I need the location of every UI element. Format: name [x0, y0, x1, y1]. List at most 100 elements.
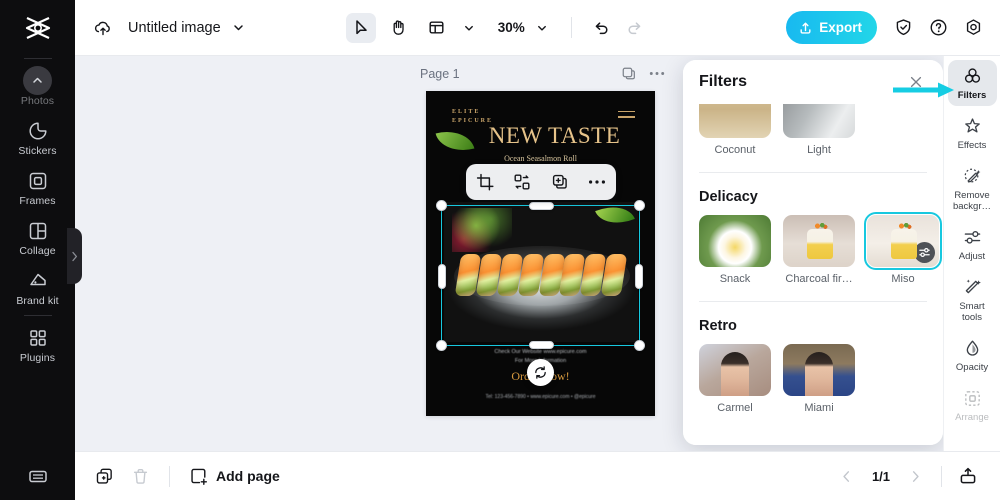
duplicate-button[interactable]	[547, 169, 573, 195]
export-button[interactable]: Export	[786, 11, 877, 44]
document-title[interactable]: Untitled image	[128, 20, 221, 36]
poster-footer-text: Tel: 123-456-7890 • www.epicure.com • @e…	[485, 394, 596, 400]
poster-food-image[interactable]	[444, 202, 638, 342]
settings-button[interactable]	[963, 17, 984, 38]
close-icon	[910, 76, 922, 88]
filter-label: Carmel	[717, 402, 753, 414]
export-tray-button[interactable]	[958, 466, 978, 486]
next-page-button[interactable]	[906, 467, 925, 486]
filter-label: Snack	[719, 273, 751, 285]
cloud-upload-icon[interactable]	[92, 17, 114, 39]
poster-title: NEW TASTE	[488, 123, 621, 148]
more-options-icon[interactable]	[649, 71, 665, 76]
sidebar-item-frames[interactable]: Frames	[0, 163, 75, 213]
sidebar-collapse-button[interactable]	[23, 66, 52, 95]
plugins-grid-icon	[29, 330, 46, 346]
add-page-icon	[191, 468, 208, 485]
page-indicator: 1/1	[871, 468, 891, 484]
bottom-left-actions: Add page	[95, 465, 280, 487]
filter-item-miami[interactable]: Miami	[783, 344, 855, 414]
sidebar-expand-tab[interactable]	[67, 228, 82, 284]
filters-panel-header: Filters	[683, 60, 943, 104]
security-button[interactable]	[893, 17, 914, 38]
document-title-menu-button[interactable]	[232, 21, 245, 34]
sidebar-item-remove-background[interactable]: Remove backgr…	[948, 160, 997, 217]
zoom-menu-button[interactable]	[533, 19, 551, 37]
sidebar-item-collage[interactable]: Collage	[0, 213, 75, 263]
settings-gear-icon	[966, 19, 981, 35]
arrange-icon	[964, 391, 980, 406]
sidebar-item-effects[interactable]: Effects	[948, 110, 997, 156]
poster-brand-line1: ELITE	[452, 109, 481, 115]
filter-thumbnail	[783, 344, 855, 396]
crop-button[interactable]	[472, 169, 498, 195]
image-editor-app: Photos Stickers Frames Collage Brand kit…	[0, 0, 1000, 500]
delete-page-button[interactable]	[131, 467, 150, 486]
rail-divider-bottom	[23, 315, 52, 316]
chevron-right-icon	[912, 470, 919, 482]
sidebar-item-smart-tools[interactable]: Smart tools	[948, 271, 997, 328]
zoom-level-value[interactable]: 30%	[498, 20, 525, 35]
garnish-decoration	[452, 208, 512, 252]
page-header-actions	[621, 66, 665, 81]
capcut-logo-icon	[25, 16, 50, 40]
duplicate-page-icon[interactable]	[621, 66, 636, 81]
select-tool-button[interactable]	[345, 12, 376, 43]
sidebar-item-adjust[interactable]: Adjust	[948, 221, 997, 267]
question-circle-icon	[930, 19, 947, 36]
filter-item-coconut[interactable]: Coconut	[699, 104, 771, 156]
toolbar-divider	[570, 17, 572, 38]
section-divider	[699, 301, 927, 302]
app-logo[interactable]	[0, 0, 75, 56]
filter-label: Charcoal fir…	[785, 273, 853, 285]
filter-item-carmel[interactable]: Carmel	[699, 344, 771, 414]
filter-thumbnail	[699, 215, 771, 267]
filter-thumbnail	[783, 104, 855, 138]
cursor-arrow-icon	[356, 20, 367, 35]
filter-row-delicacy: Snack Charcoal fir… Miso	[699, 211, 943, 285]
add-page-button[interactable]: Add page	[189, 467, 280, 486]
sidebar-item-opacity[interactable]: Opacity	[948, 332, 997, 378]
replace-image-button[interactable]	[509, 169, 535, 195]
sidebar-item-brand-kit[interactable]: Brand kit	[0, 263, 75, 313]
sidebar-item-filters[interactable]: Filters	[947, 60, 997, 106]
history-controls	[592, 18, 644, 37]
add-page-label: Add page	[216, 468, 280, 484]
filters-panel-body[interactable]: Coconut Light Delicacy Snack Charcoal fi…	[683, 104, 943, 445]
shield-check-icon	[896, 19, 911, 36]
sidebar-item-keyboard-shortcuts[interactable]	[0, 458, 75, 500]
filter-item-light[interactable]: Light	[783, 104, 855, 156]
rotate-handle[interactable]	[527, 359, 554, 386]
help-button[interactable]	[928, 17, 949, 38]
redo-button[interactable]	[625, 18, 644, 37]
filter-item-snack[interactable]: Snack	[699, 215, 771, 285]
brand-kit-icon	[29, 273, 46, 286]
adjust-sliders-icon[interactable]	[914, 242, 935, 263]
layout-button[interactable]	[422, 13, 452, 43]
filter-item-charcoal-fire[interactable]: Charcoal fir…	[783, 215, 855, 285]
smart-tools-wand-icon	[965, 279, 981, 294]
prev-page-button[interactable]	[837, 467, 856, 486]
keyboard-icon	[28, 470, 47, 483]
sidebar-item-label: Photos	[20, 95, 55, 107]
sidebar-item-label: Smart tools	[959, 301, 985, 323]
chevron-up-icon	[33, 77, 42, 83]
replace-image-icon	[514, 174, 530, 190]
close-panel-button[interactable]	[905, 71, 927, 93]
sidebar-item-stickers[interactable]: Stickers	[0, 113, 75, 163]
section-title-retro: Retro	[699, 318, 737, 334]
sushi-roll-row	[454, 254, 628, 296]
topbar-right-actions	[893, 17, 984, 38]
duplicate-page-button[interactable]	[95, 467, 114, 486]
sidebar-item-plugins[interactable]: Plugins	[0, 320, 75, 370]
export-tray-icon	[960, 467, 976, 484]
sidebar-item-arrange[interactable]: Arrange	[948, 382, 997, 428]
more-options-button[interactable]	[584, 169, 610, 195]
top-toolbar: Untitled image 30% Export	[75, 0, 1000, 56]
undo-button[interactable]	[592, 18, 611, 37]
hand-tool-button[interactable]	[384, 13, 414, 43]
bottom-divider	[169, 465, 170, 487]
page-header: Page 1	[420, 66, 665, 81]
layout-menu-button[interactable]	[460, 19, 478, 37]
filter-item-miso[interactable]: Miso	[863, 211, 943, 285]
